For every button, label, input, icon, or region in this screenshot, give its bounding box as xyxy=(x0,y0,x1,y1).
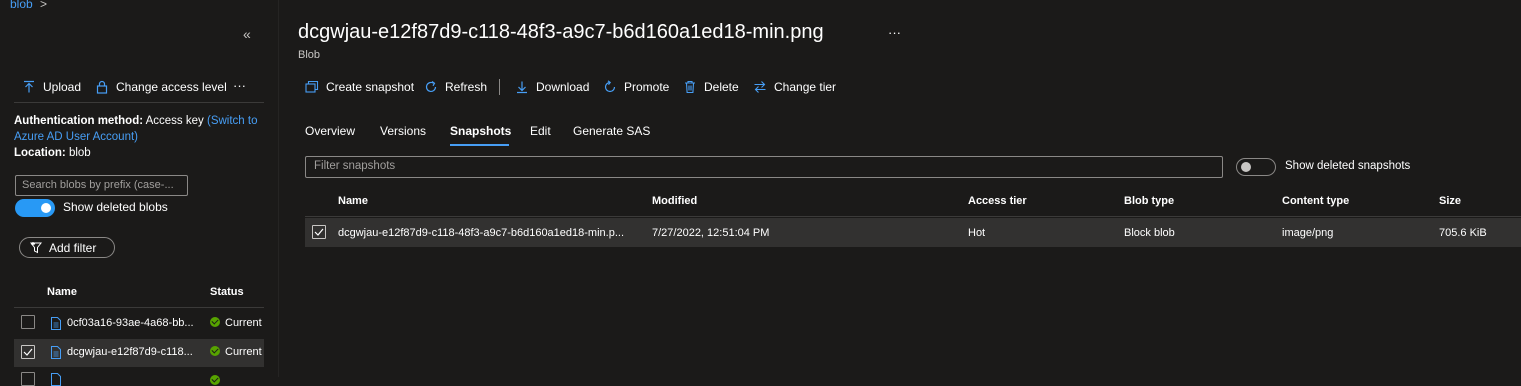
toggle-knob xyxy=(1241,162,1251,172)
auth-method-value: Access key xyxy=(145,115,204,127)
column-header-content-type[interactable]: Content type xyxy=(1282,195,1349,207)
location-line: Location: blob xyxy=(14,147,91,159)
toolbar-divider xyxy=(14,102,264,103)
active-tab-indicator xyxy=(450,144,509,146)
title-more-button[interactable]: ··· xyxy=(888,25,901,40)
location-value: blob xyxy=(68,147,91,159)
checkmark-icon xyxy=(23,348,33,356)
auth-method-line: Authentication method: Access key (Switc… xyxy=(14,115,257,127)
file-icon xyxy=(51,317,61,330)
page-title: dcgwjau-e12f87d9-c118-48f3-a9c7-b6d160a1… xyxy=(298,21,824,43)
promote-label: Promote xyxy=(624,80,670,94)
switch-auth-link-cont[interactable]: Azure AD User Account) xyxy=(14,131,138,143)
status-cell: Current xyxy=(210,346,264,358)
change-tier-button[interactable]: Change tier xyxy=(753,80,836,94)
modified-cell: 7/27/2022, 12:51:04 PM xyxy=(652,227,770,239)
column-header-name[interactable]: Name xyxy=(47,286,77,298)
show-deleted-snapshots-toggle[interactable] xyxy=(1236,158,1276,176)
size-cell: 705.6 KiB xyxy=(1439,227,1487,239)
show-deleted-snapshots-label: Show deleted snapshots xyxy=(1285,160,1411,172)
status-text: Current xyxy=(225,346,262,358)
tab-snapshots[interactable]: Snapshots xyxy=(450,124,511,138)
refresh-label: Refresh xyxy=(445,80,488,94)
trash-icon xyxy=(685,80,695,94)
content-type-cell: image/png xyxy=(1282,227,1334,239)
pane-divider xyxy=(278,0,279,377)
show-deleted-blobs-toggle[interactable] xyxy=(15,199,55,217)
promote-button[interactable]: Promote xyxy=(603,80,669,94)
toggle-knob xyxy=(41,203,51,213)
file-icon xyxy=(51,346,61,359)
location-label: Location: xyxy=(14,147,66,159)
refresh-button[interactable]: Refresh xyxy=(424,80,487,94)
column-header-modified[interactable]: Modified xyxy=(652,195,697,207)
row-checkbox[interactable] xyxy=(312,225,326,239)
add-filter-label: Add filter xyxy=(49,240,97,255)
tab-overview[interactable]: Overview xyxy=(305,124,355,138)
filter-snapshots-input[interactable]: Filter snapshots xyxy=(305,156,1223,178)
breadcrumb-separator: > xyxy=(40,0,48,11)
table-header-divider xyxy=(305,216,1521,217)
swap-arrows-icon xyxy=(754,81,766,93)
row-checkbox[interactable] xyxy=(21,372,35,386)
snapshot-icon xyxy=(305,80,319,93)
add-filter-button[interactable]: Add filter xyxy=(19,237,115,258)
row-checkbox[interactable] xyxy=(21,315,35,329)
row-checkbox[interactable] xyxy=(21,345,35,359)
blob-name-link[interactable]: 0cf03a16-93ae-4a68-bb... xyxy=(67,317,194,329)
search-blobs-input[interactable]: Search blobs by prefix (case-... xyxy=(15,175,188,196)
change-access-level-button[interactable]: Change access level xyxy=(95,80,227,94)
create-snapshot-label: Create snapshot xyxy=(326,80,415,94)
checkmark-icon xyxy=(314,228,324,236)
column-header-blob-type[interactable]: Blob type xyxy=(1124,195,1174,207)
more-actions-button[interactable]: ··· xyxy=(233,78,246,93)
toolbar-separator xyxy=(499,79,500,95)
column-header-name[interactable]: Name xyxy=(338,195,368,207)
create-snapshot-button[interactable]: Create snapshot xyxy=(305,80,414,94)
snapshot-name-link[interactable]: dcgwjau-e12f87d9-c118-48f3-a9c7-b6d160a1… xyxy=(338,227,624,239)
promote-icon xyxy=(604,80,616,93)
upload-label: Upload xyxy=(43,80,82,94)
page-subtitle: Blob xyxy=(298,49,321,61)
tab-versions[interactable]: Versions xyxy=(380,124,426,138)
column-header-status[interactable]: Status xyxy=(210,286,244,298)
blob-type-cell: Block blob xyxy=(1124,227,1175,239)
show-deleted-blobs-label: Show deleted blobs xyxy=(63,200,168,214)
tab-edit[interactable]: Edit xyxy=(530,124,551,138)
access-tier-cell: Hot xyxy=(968,227,986,239)
breadcrumb-blob-link[interactable]: blob xyxy=(10,0,33,11)
column-header-access-tier[interactable]: Access tier xyxy=(968,195,1027,207)
lock-icon xyxy=(96,80,108,94)
download-label: Download xyxy=(536,80,590,94)
delete-label: Delete xyxy=(704,80,739,94)
change-tier-label: Change tier xyxy=(774,80,837,94)
collapse-pane-icon[interactable]: « xyxy=(243,26,251,42)
status-text: Current xyxy=(225,317,262,329)
blob-list-pane: blob > « Upload Change access level ··· … xyxy=(0,0,264,386)
switch-auth-link[interactable]: (Switch to xyxy=(207,115,258,127)
add-filter-icon xyxy=(30,241,43,253)
delete-button[interactable]: Delete xyxy=(683,80,739,94)
upload-button[interactable]: Upload xyxy=(22,80,81,94)
tab-generate-sas[interactable]: Generate SAS xyxy=(573,124,650,138)
status-check-icon xyxy=(210,317,220,327)
upload-icon xyxy=(24,80,34,93)
file-icon xyxy=(51,373,61,386)
change-access-level-label: Change access level xyxy=(116,80,227,94)
list-header-divider xyxy=(14,307,264,308)
auth-method-label: Authentication method: xyxy=(14,115,144,127)
refresh-icon xyxy=(425,81,437,93)
status-cell: Current xyxy=(210,317,264,329)
blob-name-link[interactable]: dcgwjau-e12f87d9-c118... xyxy=(67,346,193,358)
breadcrumb: blob > xyxy=(10,0,47,11)
column-header-size[interactable]: Size xyxy=(1439,195,1461,207)
status-check-icon xyxy=(210,346,220,356)
download-icon xyxy=(517,81,527,94)
download-button[interactable]: Download xyxy=(515,80,589,94)
